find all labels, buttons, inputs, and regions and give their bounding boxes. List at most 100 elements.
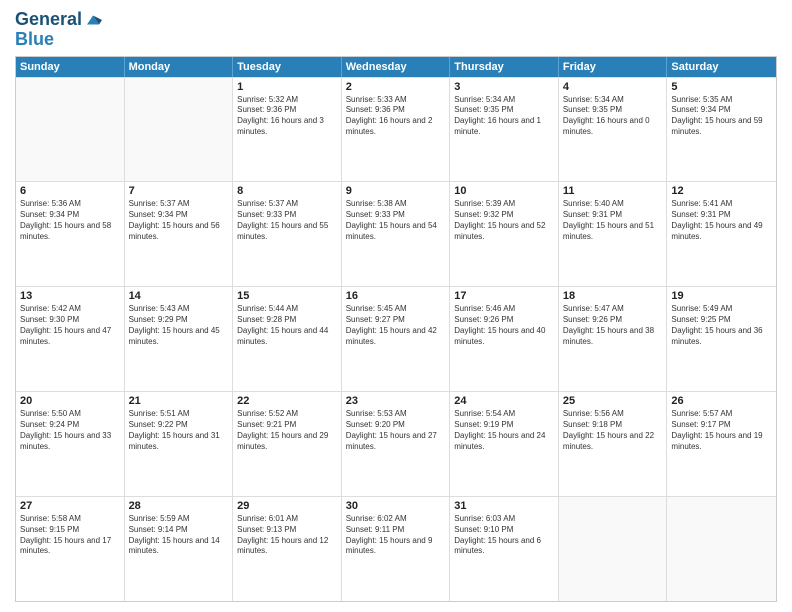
day-info: Sunrise: 5:53 AMSunset: 9:20 PMDaylight:…: [346, 409, 446, 452]
day-info: Sunrise: 5:59 AMSunset: 9:14 PMDaylight:…: [129, 514, 229, 557]
day-number: 30: [346, 500, 446, 512]
calendar-cell: 10 Sunrise: 5:39 AMSunset: 9:32 PMDayligh…: [450, 182, 559, 286]
day-info: Sunrise: 5:50 AMSunset: 9:24 PMDaylight:…: [20, 409, 120, 452]
day-number: 13: [20, 290, 120, 302]
header: General Blue: [15, 10, 777, 50]
calendar-cell: 26 Sunrise: 5:57 AMSunset: 9:17 PMDayligh…: [667, 392, 776, 496]
calendar-cell: 16Sunrise: 5:45 AMSunset: 9:27 PMDayligh…: [342, 287, 451, 391]
calendar-cell: 2Sunrise: 5:33 AMSunset: 9:36 PMDaylight…: [342, 78, 451, 182]
day-info: Sunrise: 5:44 AMSunset: 9:28 PMDaylight:…: [237, 304, 337, 347]
day-info: Sunrise: 5:54 AMSunset: 9:19 PMDaylight:…: [454, 409, 554, 452]
day-info: Sunrise: 5:33 AMSunset: 9:36 PMDaylight:…: [346, 95, 446, 138]
day-number: 1: [237, 81, 337, 93]
calendar-cell: 8 Sunrise: 5:37 AMSunset: 9:33 PMDaylight…: [233, 182, 342, 286]
calendar-header: SundayMondayTuesdayWednesdayThursdayFrid…: [16, 57, 776, 77]
calendar-cell: 1 Sunrise: 5:32 AMSunset: 9:36 PMDaylight…: [233, 78, 342, 182]
calendar-row-3: 13 Sunrise: 5:42 AMSunset: 9:30 PMDayligh…: [16, 286, 776, 391]
day-number: 11: [563, 185, 663, 197]
day-info: Sunrise: 5:34 AMSunset: 9:35 PMDaylight:…: [454, 95, 554, 138]
calendar-cell: 9 Sunrise: 5:38 AMSunset: 9:33 PMDaylight…: [342, 182, 451, 286]
day-number: 3: [454, 81, 554, 93]
calendar-cell: 5Sunrise: 5:35 AMSunset: 9:34 PMDaylight…: [667, 78, 776, 182]
day-number: 10: [454, 185, 554, 197]
calendar-cell: 27 Sunrise: 5:58 AMSunset: 9:15 PMDayligh…: [16, 497, 125, 601]
day-number: 12: [671, 185, 772, 197]
logo-text-blue: Blue: [15, 30, 102, 50]
day-info: Sunrise: 5:32 AMSunset: 9:36 PMDaylight:…: [237, 95, 337, 138]
calendar-cell: 12 Sunrise: 5:41 AMSunset: 9:31 PMDayligh…: [667, 182, 776, 286]
day-number: 6: [20, 185, 120, 197]
day-info: Sunrise: 5:57 AMSunset: 9:17 PMDaylight:…: [671, 409, 772, 452]
day-info: Sunrise: 6:02 AMSunset: 9:11 PMDaylight:…: [346, 514, 446, 557]
calendar-cell: 21Sunrise: 5:51 AMSunset: 9:22 PMDayligh…: [125, 392, 234, 496]
calendar-cell: 30 Sunrise: 6:02 AMSunset: 9:11 PMDayligh…: [342, 497, 451, 601]
calendar-cell: 25Sunrise: 5:56 AMSunset: 9:18 PMDayligh…: [559, 392, 668, 496]
calendar: SundayMondayTuesdayWednesdayThursdayFrid…: [15, 56, 777, 602]
day-number: 14: [129, 290, 229, 302]
logo-icon: [84, 11, 102, 29]
day-number: 31: [454, 500, 554, 512]
calendar-cell: 15 Sunrise: 5:44 AMSunset: 9:28 PMDayligh…: [233, 287, 342, 391]
logo: General Blue: [15, 10, 102, 50]
day-info: Sunrise: 5:38 AMSunset: 9:33 PMDaylight:…: [346, 199, 446, 242]
calendar-row-1: 1 Sunrise: 5:32 AMSunset: 9:36 PMDaylight…: [16, 77, 776, 182]
calendar-cell: 31 Sunrise: 6:03 AMSunset: 9:10 PMDayligh…: [450, 497, 559, 601]
calendar-cell: 22Sunrise: 5:52 AMSunset: 9:21 PMDayligh…: [233, 392, 342, 496]
day-info: Sunrise: 5:37 AMSunset: 9:33 PMDaylight:…: [237, 199, 337, 242]
day-number: 22: [237, 395, 337, 407]
day-number: 16: [346, 290, 446, 302]
day-info: Sunrise: 5:49 AMSunset: 9:25 PMDaylight:…: [671, 304, 772, 347]
logo-text: General: [15, 10, 82, 30]
day-info: Sunrise: 5:43 AMSunset: 9:29 PMDaylight:…: [129, 304, 229, 347]
day-info: Sunrise: 6:01 AMSunset: 9:13 PMDaylight:…: [237, 514, 337, 557]
day-number: 8: [237, 185, 337, 197]
calendar-cell: 23 Sunrise: 5:53 AMSunset: 9:20 PMDayligh…: [342, 392, 451, 496]
calendar-body: 1 Sunrise: 5:32 AMSunset: 9:36 PMDaylight…: [16, 77, 776, 601]
calendar-cell: [667, 497, 776, 601]
calendar-row-2: 6 Sunrise: 5:36 AMSunset: 9:34 PMDaylight…: [16, 181, 776, 286]
calendar-cell: 29Sunrise: 6:01 AMSunset: 9:13 PMDayligh…: [233, 497, 342, 601]
day-number: 4: [563, 81, 663, 93]
day-header-thursday: Thursday: [450, 57, 559, 77]
day-number: 19: [671, 290, 772, 302]
calendar-cell: 7 Sunrise: 5:37 AMSunset: 9:34 PMDaylight…: [125, 182, 234, 286]
day-info: Sunrise: 5:40 AMSunset: 9:31 PMDaylight:…: [563, 199, 663, 242]
calendar-cell: 24 Sunrise: 5:54 AMSunset: 9:19 PMDayligh…: [450, 392, 559, 496]
day-header-tuesday: Tuesday: [233, 57, 342, 77]
day-header-saturday: Saturday: [667, 57, 776, 77]
calendar-row-5: 27 Sunrise: 5:58 AMSunset: 9:15 PMDayligh…: [16, 496, 776, 601]
day-info: Sunrise: 5:36 AMSunset: 9:34 PMDaylight:…: [20, 199, 120, 242]
day-number: 25: [563, 395, 663, 407]
calendar-cell: [125, 78, 234, 182]
day-number: 28: [129, 500, 229, 512]
day-info: Sunrise: 5:41 AMSunset: 9:31 PMDaylight:…: [671, 199, 772, 242]
day-number: 20: [20, 395, 120, 407]
day-info: Sunrise: 5:37 AMSunset: 9:34 PMDaylight:…: [129, 199, 229, 242]
calendar-cell: 4 Sunrise: 5:34 AMSunset: 9:35 PMDaylight…: [559, 78, 668, 182]
day-info: Sunrise: 5:39 AMSunset: 9:32 PMDaylight:…: [454, 199, 554, 242]
day-number: 17: [454, 290, 554, 302]
day-number: 7: [129, 185, 229, 197]
day-number: 23: [346, 395, 446, 407]
day-info: Sunrise: 5:42 AMSunset: 9:30 PMDaylight:…: [20, 304, 120, 347]
day-info: Sunrise: 5:58 AMSunset: 9:15 PMDaylight:…: [20, 514, 120, 557]
calendar-cell: 6 Sunrise: 5:36 AMSunset: 9:34 PMDaylight…: [16, 182, 125, 286]
calendar-cell: 3 Sunrise: 5:34 AMSunset: 9:35 PMDaylight…: [450, 78, 559, 182]
calendar-cell: 17Sunrise: 5:46 AMSunset: 9:26 PMDayligh…: [450, 287, 559, 391]
day-number: 27: [20, 500, 120, 512]
calendar-row-4: 20 Sunrise: 5:50 AMSunset: 9:24 PMDayligh…: [16, 391, 776, 496]
day-info: Sunrise: 5:35 AMSunset: 9:34 PMDaylight:…: [671, 95, 772, 138]
day-header-friday: Friday: [559, 57, 668, 77]
day-info: Sunrise: 6:03 AMSunset: 9:10 PMDaylight:…: [454, 514, 554, 557]
day-number: 9: [346, 185, 446, 197]
day-number: 21: [129, 395, 229, 407]
calendar-cell: 19 Sunrise: 5:49 AMSunset: 9:25 PMDayligh…: [667, 287, 776, 391]
day-info: Sunrise: 5:34 AMSunset: 9:35 PMDaylight:…: [563, 95, 663, 138]
day-header-wednesday: Wednesday: [342, 57, 451, 77]
calendar-cell: 20 Sunrise: 5:50 AMSunset: 9:24 PMDayligh…: [16, 392, 125, 496]
day-number: 15: [237, 290, 337, 302]
day-number: 26: [671, 395, 772, 407]
day-header-monday: Monday: [125, 57, 234, 77]
day-number: 24: [454, 395, 554, 407]
calendar-cell: 14 Sunrise: 5:43 AMSunset: 9:29 PMDayligh…: [125, 287, 234, 391]
